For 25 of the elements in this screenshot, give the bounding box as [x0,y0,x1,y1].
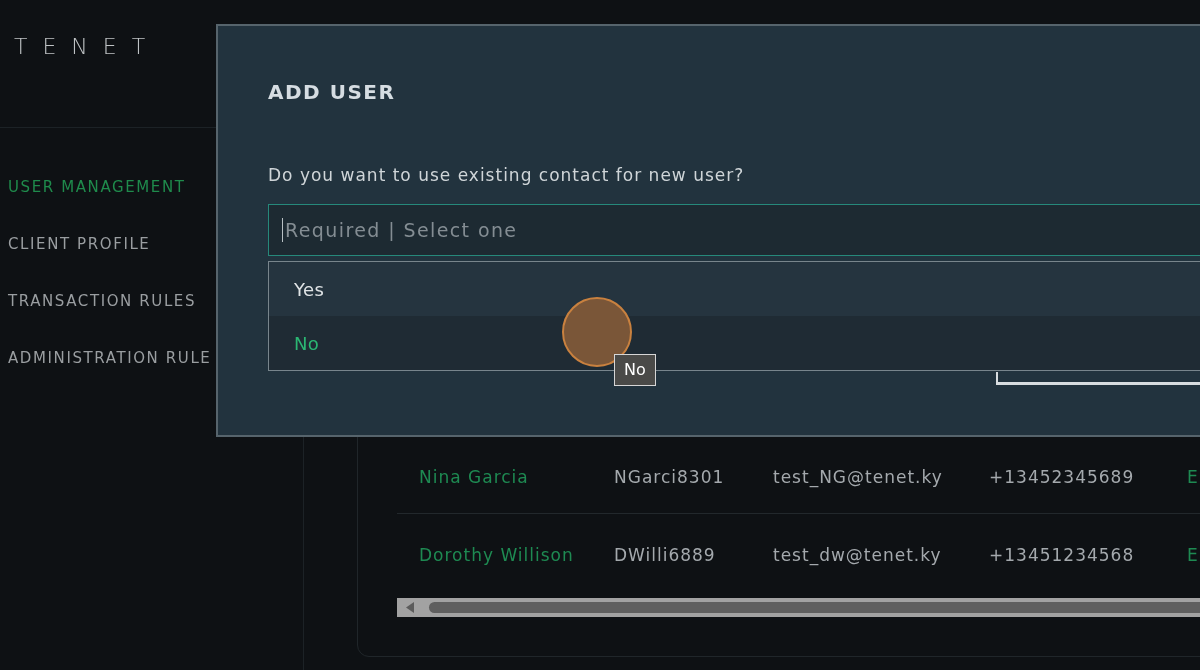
table-cell: +13452345689 [989,467,1135,487]
table-cell: E [1187,545,1199,565]
text-caret-icon [282,218,283,242]
logo: TENET [14,34,161,60]
name-link[interactable]: Dorothy Willison [419,545,574,565]
scrollbar-thumb[interactable] [429,602,1200,613]
table-cell: test_dw@tenet.ky [773,545,942,565]
dropdown-option[interactable]: No [294,332,320,354]
table-cell: NGarci8301 [614,467,725,487]
tooltip: No [614,354,656,386]
table-cell: test_NG@tenet.ky [773,467,943,487]
dialog-title: ADD USER [268,80,396,104]
table-cell: +13451234568 [989,545,1135,565]
table-cell: DWilli6889 [614,545,716,565]
scroll-left-arrow-icon[interactable] [406,602,414,613]
sidebar-item[interactable]: CLIENT PROFILE [8,234,151,253]
sidebar-item[interactable]: USER MANAGEMENT [8,177,186,196]
select-field[interactable]: Required | Select one [268,204,1200,256]
table-cell: E [1187,467,1199,487]
sidebar-item[interactable]: TRANSACTION RULES [8,291,197,310]
name-link[interactable]: Nina Garcia [419,467,529,487]
sidebar-item[interactable]: ADMINISTRATION RULE [8,348,212,367]
dropdown-option[interactable]: Yes [294,278,325,300]
horizontal-scrollbar[interactable] [397,598,1200,617]
question-label: Do you want to use existing contact for new user? [268,165,745,185]
